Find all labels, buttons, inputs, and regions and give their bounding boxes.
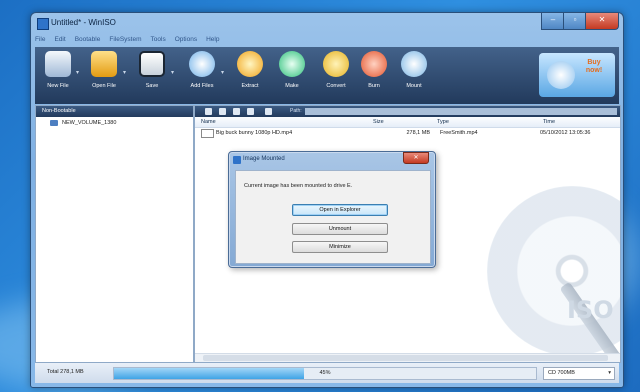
add-files-dropdown-icon[interactable]: ▾	[221, 69, 224, 76]
file-type: FreeSmith.mp4	[440, 130, 478, 136]
new-file-dropdown-icon[interactable]: ▾	[76, 69, 79, 76]
image-mounted-dialog: Image Mounted ✕ Current image has been m…	[228, 151, 436, 268]
boot-mode-header[interactable]: Non-Bootable	[36, 106, 193, 117]
file-size: 278,1 MB	[406, 130, 430, 136]
capacity-bar: 45%	[113, 367, 537, 380]
file-time: 05/10/2012 13:05:36	[540, 130, 591, 136]
file-name: Big buck bunny 1080p HD.mp4	[216, 130, 293, 136]
close-button[interactable]: ✕	[585, 13, 619, 30]
disc-type-value: CD 700MB	[548, 370, 575, 376]
burn-icon	[361, 51, 387, 77]
column-time[interactable]: Time	[537, 117, 613, 127]
main-toolbar: New File ▾ Open File ▾ Save ▾ Add Files …	[35, 47, 619, 104]
volume-tree-pane: Non-Bootable NEW_VOLUME_1380	[35, 105, 194, 363]
open-in-explorer-button[interactable]: Open in Explorer	[292, 204, 388, 216]
unmount-button[interactable]: Unmount	[292, 223, 388, 235]
buy-now-label: Buy now!	[585, 59, 603, 74]
tree-item-volume[interactable]: NEW_VOLUME_1380	[50, 120, 193, 126]
make-icon	[279, 51, 305, 77]
path-label: Path:	[290, 108, 302, 114]
disc-type-select[interactable]: CD 700MB ▾	[543, 367, 615, 380]
column-type[interactable]: Type	[431, 117, 537, 127]
menu-bar: File Edit Bootable FileSystem Tools Opti…	[35, 34, 219, 46]
convert-icon	[323, 51, 349, 77]
minimize-button[interactable]: ‒	[541, 13, 565, 30]
minimize-dialog-button[interactable]: Minimize	[292, 241, 388, 253]
column-header: Name Size Type Time	[195, 117, 620, 128]
total-size: Total 278,1 MB	[47, 369, 84, 375]
save-icon	[139, 51, 165, 77]
path-input[interactable]	[305, 108, 617, 115]
extract-icon	[237, 51, 263, 77]
chevron-down-icon: ▾	[608, 370, 611, 376]
volume-label: NEW_VOLUME_1380	[62, 120, 117, 126]
window-title: Untitled* - WinISO	[51, 18, 116, 27]
menu-help[interactable]: Help	[206, 34, 219, 46]
new-file-icon	[45, 51, 71, 77]
status-bar: Total 278,1 MB 45% CD 700MB ▾	[35, 363, 619, 383]
column-name[interactable]: Name	[195, 117, 367, 127]
add-icon[interactable]	[233, 108, 240, 115]
open-file-dropdown-icon[interactable]: ▾	[123, 69, 126, 76]
magnifier-disc-icon	[547, 61, 575, 89]
open-folder-icon	[91, 51, 117, 77]
properties-icon[interactable]	[265, 108, 272, 115]
open-file-button[interactable]: Open File	[87, 51, 121, 99]
new-file-button[interactable]: New File	[41, 51, 75, 99]
folder-up-icon[interactable]	[205, 108, 212, 115]
make-button[interactable]: Make	[275, 51, 309, 99]
menu-options[interactable]: Options	[175, 34, 197, 46]
menu-file[interactable]: File	[35, 34, 45, 46]
horizontal-scrollbar[interactable]	[195, 353, 620, 362]
app-icon	[37, 18, 49, 30]
save-dropdown-icon[interactable]: ▾	[171, 69, 174, 76]
new-folder-icon[interactable]	[219, 108, 226, 115]
add-files-icon	[189, 51, 215, 77]
capacity-percent: 45%	[319, 370, 331, 376]
menu-bootable[interactable]: Bootable	[75, 34, 101, 46]
iso-watermark: ISO	[567, 296, 614, 324]
file-icon	[201, 128, 214, 138]
buy-now-button[interactable]: Buy now!	[539, 53, 615, 97]
table-row[interactable]: Big buck bunny 1080p HD.mp4 278,1 MB Fre…	[195, 128, 620, 138]
delete-icon[interactable]	[247, 108, 254, 115]
dialog-app-icon	[233, 156, 241, 164]
dialog-message: Current image has been mounted to drive …	[244, 183, 353, 189]
maximize-button[interactable]: ▫	[563, 13, 587, 30]
disc-drive-icon	[50, 120, 58, 126]
dialog-title: Image Mounted	[243, 156, 285, 162]
menu-edit[interactable]: Edit	[54, 34, 65, 46]
column-size[interactable]: Size	[367, 117, 431, 127]
burn-button[interactable]: Burn	[357, 51, 391, 99]
menu-tools[interactable]: Tools	[151, 34, 166, 46]
file-list-toolbar: Path:	[195, 106, 620, 117]
title-bar: Untitled* - WinISO ‒ ▫ ✕	[31, 13, 623, 33]
dialog-close-button[interactable]: ✕	[403, 152, 429, 164]
menu-filesystem[interactable]: FileSystem	[109, 34, 141, 46]
mount-button[interactable]: Mount	[397, 51, 431, 99]
add-files-button[interactable]: Add Files	[185, 51, 219, 99]
scrollbar-thumb[interactable]	[203, 355, 608, 361]
save-button[interactable]: Save	[135, 51, 169, 99]
convert-button[interactable]: Convert	[319, 51, 353, 99]
extract-button[interactable]: Extract	[233, 51, 267, 99]
mount-icon	[401, 51, 427, 77]
dialog-body: Current image has been mounted to drive …	[235, 170, 431, 264]
